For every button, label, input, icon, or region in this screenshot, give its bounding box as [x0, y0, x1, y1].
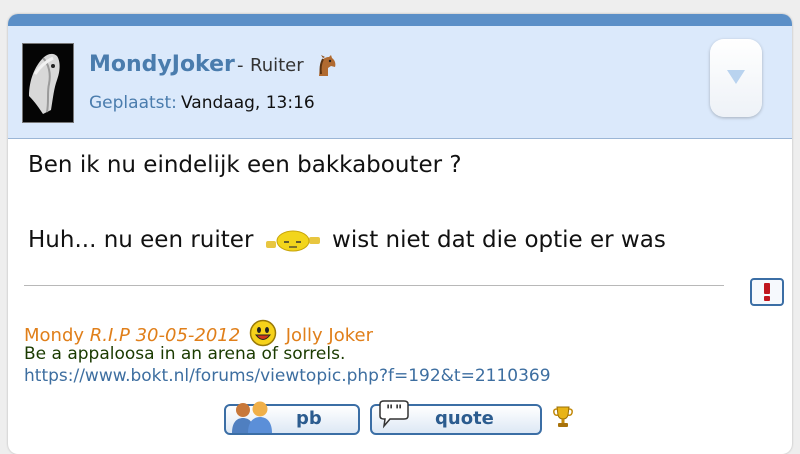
post-body-line-2: Huh... nu een ruiter wist niet dat die o… [28, 227, 666, 253]
post-body-line-1: Ben ik nu eindelijk een bakkabouter ? [28, 152, 462, 178]
users-icon [230, 400, 276, 438]
chevron-down-icon [727, 70, 745, 84]
quote-label: quote [435, 408, 494, 429]
rank-separator: - [237, 55, 244, 76]
signature-rip: R.I.P 30-05-2012 [89, 325, 241, 346]
quote-button[interactable]: " " quote [370, 400, 542, 435]
signature-link[interactable]: https://www.bokt.nl/forums/viewtopic.php… [24, 366, 551, 386]
sleeping-smiley-icon [265, 229, 321, 253]
signature-quote: Be a appaloosa in an arena of sorrels. [24, 344, 346, 364]
collapse-button[interactable] [710, 39, 762, 117]
author-name[interactable]: MondyJoker [89, 52, 235, 77]
signature-name: Mondy [24, 325, 85, 346]
horse-icon [314, 54, 338, 78]
post-body-text-before: Huh... nu een ruiter [28, 227, 254, 253]
exclamation-icon [764, 283, 770, 301]
avatar[interactable] [22, 43, 74, 123]
post-top-bar [8, 14, 792, 26]
trophy-icon[interactable] [552, 405, 574, 433]
private-message-button[interactable]: pb [224, 401, 360, 435]
pb-label: pb [296, 408, 322, 429]
svg-text:": " [395, 403, 402, 419]
forum-post: MondyJoker - Ruiter Geplaatst: Vandaag, … [8, 14, 792, 454]
posted-label: Geplaatst: [89, 93, 177, 113]
grin-smiley-icon [249, 319, 277, 347]
report-button[interactable] [750, 278, 784, 306]
signature-nickname: Jolly Joker [285, 325, 373, 346]
signature-line-1: Mondy R.I.P 30-05-2012 Jolly Joker [24, 319, 373, 347]
post-body-text-after: wist niet dat die optie er was [332, 227, 666, 253]
speech-bubble-icon: " " [376, 400, 416, 434]
post-header: MondyJoker - Ruiter Geplaatst: Vandaag, … [8, 26, 792, 139]
author-rank: Ruiter [250, 55, 304, 76]
signature-divider [24, 285, 724, 286]
posted-timestamp: Vandaag, 13:16 [181, 93, 315, 113]
svg-text:": " [386, 403, 393, 419]
